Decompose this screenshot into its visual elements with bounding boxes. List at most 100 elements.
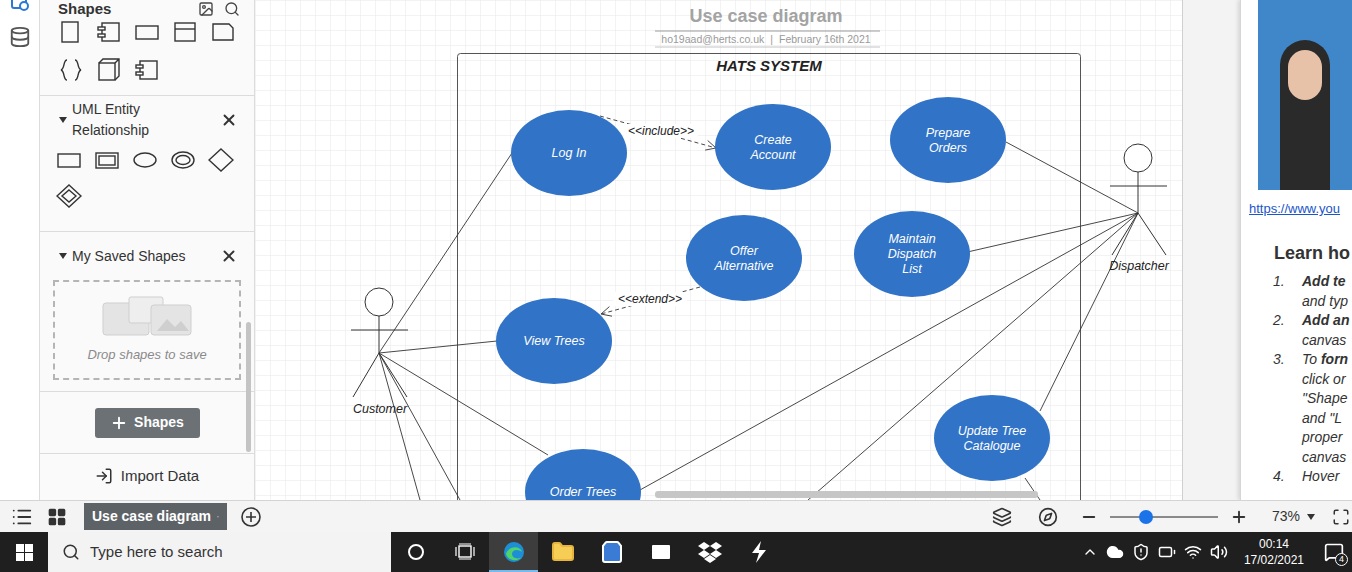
double-rect-shape-icon[interactable] xyxy=(94,148,120,172)
braces-shape-icon[interactable] xyxy=(58,58,84,82)
component-shape-icon[interactable] xyxy=(134,58,160,82)
show-hidden-icons-icon[interactable] xyxy=(1082,544,1098,560)
tall-rect-shape-icon[interactable] xyxy=(58,20,84,44)
taskbar-app[interactable] xyxy=(489,532,538,572)
collapse-icon[interactable] xyxy=(58,251,68,261)
canvas[interactable]: Use case diagramho19aad@herts.co.uk|Febr… xyxy=(255,0,1183,500)
zoom-in-icon[interactable] xyxy=(1230,508,1248,526)
bolt-app-icon xyxy=(749,540,769,564)
taskbar-app[interactable] xyxy=(734,532,783,572)
bottom-bar: Use case diagram 73% xyxy=(0,500,1352,532)
taskbar-app[interactable] xyxy=(391,532,440,572)
security-icon[interactable] xyxy=(1132,543,1150,561)
diagram[interactable]: Use case diagramho19aad@herts.co.uk|Febr… xyxy=(255,0,1183,500)
dropbox-icon xyxy=(698,541,722,563)
image-icon[interactable] xyxy=(198,1,214,17)
use-case[interactable]: MaintainDispatchList xyxy=(854,211,970,297)
doc-shape-icon[interactable] xyxy=(210,20,236,44)
use-case[interactable]: Update TreeCatalogue xyxy=(934,395,1050,481)
double-ellipse-shape-icon[interactable] xyxy=(170,148,196,172)
search-icon[interactable] xyxy=(224,1,240,17)
association-line[interactable] xyxy=(379,353,420,500)
panel-scrollbar[interactable] xyxy=(246,322,251,452)
active-indicator xyxy=(489,570,538,572)
navigation-icon[interactable] xyxy=(1038,507,1058,527)
zoom-knob[interactable] xyxy=(1139,510,1153,524)
wifi-icon[interactable] xyxy=(1184,543,1202,561)
shapes-tab-icon[interactable] xyxy=(10,0,30,12)
add-page-icon[interactable] xyxy=(240,506,262,528)
zoom-slider[interactable] xyxy=(1110,510,1218,524)
use-case[interactable]: View Trees xyxy=(496,298,612,384)
list-view-icon[interactable] xyxy=(11,506,33,528)
drop-zone[interactable]: Drop shapes to save xyxy=(53,280,241,380)
association-line[interactable] xyxy=(963,213,1138,253)
step-line: To forn xyxy=(1302,350,1348,370)
page-tab[interactable]: Use case diagram xyxy=(84,503,227,530)
close-icon[interactable] xyxy=(220,247,238,265)
extend-relation[interactable]: <<extend>> xyxy=(601,287,700,316)
use-case[interactable]: Order Trees xyxy=(525,449,641,500)
system-boundary[interactable] xyxy=(458,54,1081,501)
start-button[interactable] xyxy=(0,532,48,572)
search-icon xyxy=(62,543,80,561)
double-diamond-shape-icon[interactable] xyxy=(56,184,82,208)
right-area: https://www.youLearn ho1.Add teand typ2.… xyxy=(1183,0,1352,500)
association-line[interactable] xyxy=(379,353,460,500)
use-case[interactable]: PrepareOrders xyxy=(890,97,1006,183)
cube-shape-icon[interactable] xyxy=(96,58,122,82)
video-link[interactable]: https://www.you xyxy=(1249,200,1352,218)
data-tab-icon[interactable] xyxy=(9,26,31,48)
panel-header: Shapes xyxy=(40,0,254,18)
rect-shape-icon[interactable] xyxy=(134,20,160,44)
use-case[interactable]: CreateAccount xyxy=(715,104,831,190)
taskbar-app[interactable] xyxy=(440,532,489,572)
clock[interactable]: 00:1417/02/2021 xyxy=(1236,536,1312,568)
grid-view-icon[interactable] xyxy=(47,507,67,527)
zoom-select[interactable]: 73% xyxy=(1272,506,1316,527)
diamond-shape-icon[interactable] xyxy=(208,148,234,172)
association-line[interactable] xyxy=(379,341,497,353)
step-text: Add ancanvas xyxy=(1302,311,1349,350)
association-line[interactable] xyxy=(1040,213,1138,411)
section-title: My Saved Shapes xyxy=(72,246,216,267)
close-icon[interactable] xyxy=(220,111,238,129)
video-thumbnail[interactable] xyxy=(1258,0,1352,190)
dropdown-icon[interactable] xyxy=(217,512,219,522)
layers-icon[interactable] xyxy=(992,507,1012,527)
association-line[interactable] xyxy=(379,153,512,353)
app-window: Shapes UML Entity Relationship My Saved Sh… xyxy=(0,0,1352,500)
help-panel: https://www.youLearn ho1.Add teand typ2.… xyxy=(1240,0,1352,500)
dropdown-icon[interactable] xyxy=(1306,512,1316,522)
zoom-track xyxy=(1110,516,1218,518)
taskbar-app[interactable] xyxy=(538,532,587,572)
actor[interactable]: Dispatcher xyxy=(1109,144,1170,273)
class-shape-icon[interactable] xyxy=(172,20,198,44)
use-case[interactable]: Log In xyxy=(511,110,627,196)
cortana-icon xyxy=(407,543,425,561)
taskbar-app[interactable] xyxy=(587,532,636,572)
section-title: UML Entity Relationship xyxy=(72,99,216,141)
component-shape-icon[interactable] xyxy=(96,20,122,44)
volume-icon[interactable] xyxy=(1210,543,1228,561)
zoom-out-icon[interactable] xyxy=(1080,508,1098,526)
canvas-scrollbar[interactable] xyxy=(655,491,1038,498)
fullscreen-icon[interactable] xyxy=(1332,508,1350,526)
ellipse-shape-icon[interactable] xyxy=(132,148,158,172)
association-line[interactable] xyxy=(1006,142,1138,213)
section-header[interactable]: UML Entity Relationship xyxy=(40,96,254,144)
add-shapes-button[interactable]: Shapes xyxy=(95,408,200,438)
collapse-icon[interactable] xyxy=(58,115,68,125)
battery-icon[interactable] xyxy=(1158,543,1176,561)
actor[interactable]: Customer xyxy=(351,288,408,416)
taskbar-search[interactable]: Type here to search xyxy=(48,532,391,572)
import-data[interactable]: Import Data xyxy=(40,454,254,498)
section-header[interactable]: My Saved Shapes xyxy=(40,232,254,280)
onedrive-icon[interactable] xyxy=(1106,543,1124,561)
shapes-library: Shapes xyxy=(40,0,254,96)
use-case[interactable]: OfferAlternative xyxy=(686,215,802,301)
taskbar-app[interactable] xyxy=(685,532,734,572)
rect-shape-icon[interactable] xyxy=(56,148,82,172)
taskbar-app[interactable] xyxy=(636,532,685,572)
action-center[interactable]: 4 xyxy=(1320,532,1348,572)
